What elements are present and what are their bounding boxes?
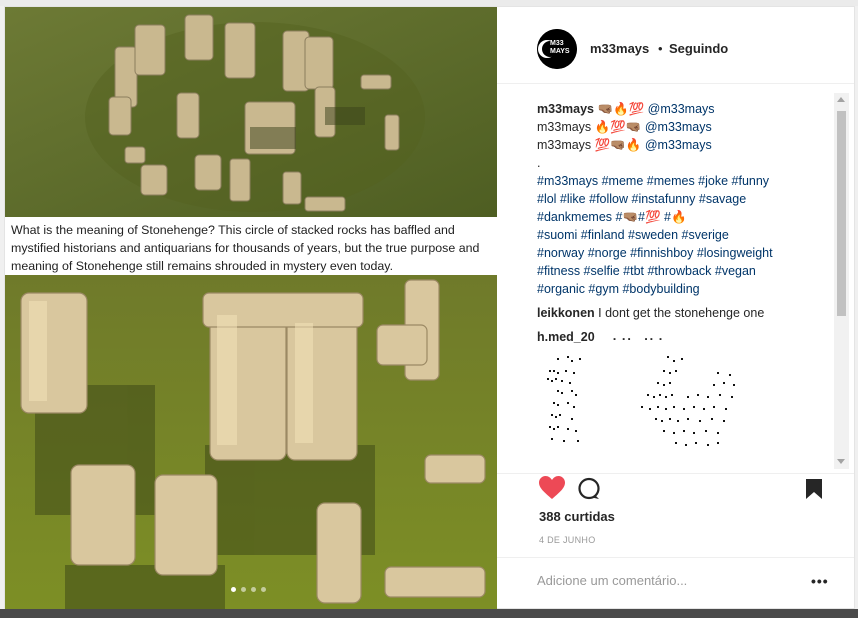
stonehenge-closeup-photo bbox=[5, 275, 497, 610]
likes-count[interactable]: 388 curtidas bbox=[539, 509, 615, 524]
meme-caption-text: What is the meaning of Stonehenge? This … bbox=[5, 217, 497, 275]
stonehenge-aerial-photo bbox=[5, 7, 497, 217]
caption-dot: . bbox=[537, 156, 541, 170]
avatar[interactable]: M33 MAYS bbox=[537, 29, 577, 69]
hashtag-line[interactable]: #m33mays #meme #memes #joke #funny bbox=[537, 172, 827, 190]
hashtag-line[interactable]: #dankmemes #🤜🏽#💯 #🔥 bbox=[537, 208, 827, 226]
carousel-dot-1[interactable] bbox=[231, 587, 236, 592]
comment-bubble-icon[interactable] bbox=[577, 477, 601, 506]
comment-text: ⠠⠠⠄ ⠠⠄⠄ bbox=[608, 329, 668, 344]
hashtag-line[interactable]: #suomi #finland #sweden #sverige bbox=[537, 226, 827, 244]
caption-text-user: m33mays bbox=[537, 138, 592, 152]
carousel-dot-3[interactable] bbox=[251, 587, 256, 592]
caption-mention[interactable]: @m33mays bbox=[645, 138, 712, 152]
comment-username[interactable]: h.med_20 bbox=[537, 330, 595, 344]
taskbar-strip bbox=[0, 609, 858, 618]
hashtag-line[interactable]: #lol #like #follow #instafunny #savage bbox=[537, 190, 827, 208]
hashtag-line[interactable]: #norway #norge #finnishboy #losingweight bbox=[537, 244, 827, 262]
post-details-panel: M33 MAYS m33mays • Seguindo m33mays 🤜🏽🔥💯… bbox=[497, 7, 854, 610]
like-heart-icon[interactable] bbox=[539, 476, 565, 505]
comment-row: leikkonen I dont get the stonehenge one bbox=[537, 304, 827, 322]
braille-art-image bbox=[547, 356, 735, 446]
scrollbar-thumb[interactable] bbox=[837, 111, 846, 316]
comments-scrollbar[interactable] bbox=[834, 93, 849, 469]
caption-line: m33mays 💯🤜🏽🔥 @m33mays bbox=[537, 136, 827, 154]
comment-username[interactable]: leikkonen bbox=[537, 306, 595, 320]
more-options-button[interactable]: ••• bbox=[811, 573, 829, 589]
hashtag-line[interactable]: #organic #gym #bodybuilding bbox=[537, 280, 827, 298]
comment-row: h.med_20 ⠠⠠⠄ ⠠⠄⠄ bbox=[537, 328, 827, 346]
post-date: 4 DE JUNHO bbox=[539, 535, 596, 545]
post-modal: What is the meaning of Stonehenge? This … bbox=[4, 6, 855, 610]
save-bookmark-icon[interactable] bbox=[805, 478, 823, 505]
follow-status-button[interactable]: Seguindo bbox=[669, 41, 728, 56]
post-media[interactable]: What is the meaning of Stonehenge? This … bbox=[5, 7, 497, 610]
comments-list[interactable]: m33mays 🤜🏽🔥💯 @m33mays m33mays 🔥💯🤜🏽 @m33m… bbox=[537, 100, 827, 470]
caption-username[interactable]: m33mays bbox=[537, 102, 594, 116]
comment-text: I dont get the stonehenge one bbox=[598, 306, 765, 320]
carousel-dot-2[interactable] bbox=[241, 587, 246, 592]
caption-line: m33mays 🤜🏽🔥💯 @m33mays bbox=[537, 100, 827, 118]
caption-mention[interactable]: @m33mays bbox=[645, 120, 712, 134]
add-comment-input[interactable]: Adicione um comentário... bbox=[537, 573, 687, 588]
post-header: M33 MAYS m33mays • Seguindo bbox=[497, 7, 854, 84]
carousel-dot-4[interactable] bbox=[261, 587, 266, 592]
caption-emoji: 💯🤜🏽🔥 bbox=[594, 138, 642, 152]
scroll-down-arrow-icon[interactable] bbox=[837, 459, 845, 464]
caption-text-user: m33mays bbox=[537, 120, 592, 134]
hashtag-list: #m33mays #meme #memes #joke #funny #lol … bbox=[537, 172, 827, 298]
caption-emoji: 🤜🏽🔥💯 bbox=[597, 102, 645, 116]
avatar-logo-text: M33 MAYS bbox=[550, 40, 570, 55]
caption-emoji: 🔥💯🤜🏽 bbox=[594, 120, 642, 134]
caption-mention[interactable]: @m33mays bbox=[648, 102, 715, 116]
caption-line: m33mays 🔥💯🤜🏽 @m33mays bbox=[537, 118, 827, 136]
header-separator: • bbox=[658, 41, 663, 56]
scroll-up-arrow-icon[interactable] bbox=[837, 97, 845, 102]
header-username[interactable]: m33mays bbox=[590, 41, 649, 56]
hashtag-line[interactable]: #fitness #selfie #tbt #throwback #vegan bbox=[537, 262, 827, 280]
carousel-indicator[interactable] bbox=[231, 587, 266, 592]
